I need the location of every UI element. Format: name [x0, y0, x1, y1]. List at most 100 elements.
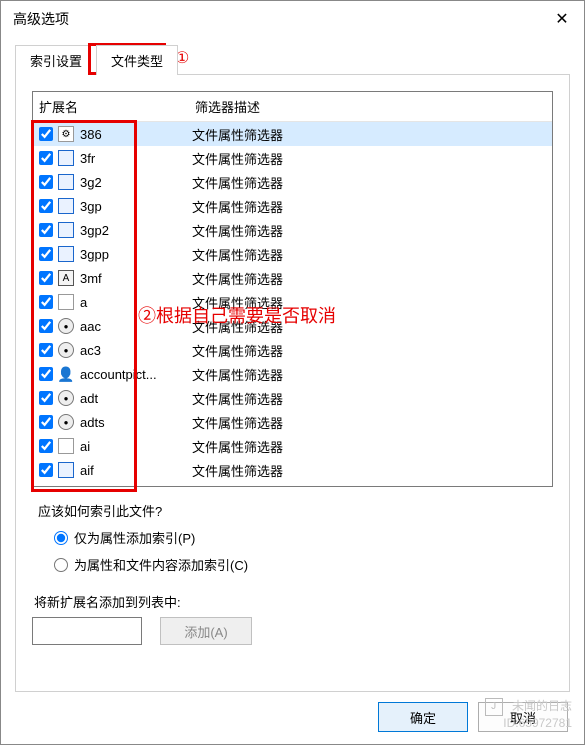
- row-checkbox[interactable]: [39, 175, 53, 189]
- row-desc: 文件属性筛选器: [190, 389, 552, 408]
- dialog-footer: 确定 取消: [378, 702, 568, 732]
- row-checkbox[interactable]: [39, 463, 53, 477]
- row-desc: 文件属性筛选器: [190, 173, 552, 192]
- row-ext: aif: [78, 463, 190, 478]
- row-desc: 文件属性筛选器: [190, 341, 552, 360]
- row-ext: ac3: [78, 343, 190, 358]
- table-row[interactable]: ● ac3文件属性筛选器: [33, 338, 552, 362]
- cancel-button[interactable]: 取消: [478, 702, 568, 732]
- column-header-ext[interactable]: 扩展名: [33, 92, 189, 121]
- row-checkbox[interactable]: [39, 343, 53, 357]
- table-row[interactable]: ● adt文件属性筛选器: [33, 386, 552, 410]
- row-ext: 386: [78, 127, 190, 142]
- table-row[interactable]: 3gp2文件属性筛选器: [33, 218, 552, 242]
- row-ext: ai: [78, 439, 190, 454]
- file-type-icon: ●: [58, 390, 74, 406]
- file-type-icon: 👤: [58, 366, 74, 382]
- row-checkbox[interactable]: [39, 151, 53, 165]
- tab-strip: 索引设置 文件类型: [15, 44, 584, 74]
- row-checkbox[interactable]: [39, 199, 53, 213]
- radio-properties-only[interactable]: 仅为属性添加索引(P): [54, 528, 553, 547]
- ok-button[interactable]: 确定: [378, 702, 468, 732]
- file-type-icon: [58, 438, 74, 454]
- row-desc: 文件属性筛选器: [190, 269, 552, 288]
- row-checkbox[interactable]: [39, 367, 53, 381]
- file-type-icon: [58, 174, 74, 190]
- row-ext: adts: [78, 415, 190, 430]
- index-question-label: 应该如何索引此文件?: [38, 501, 551, 520]
- list-body[interactable]: ⚙386文件属性筛选器3fr文件属性筛选器3g2文件属性筛选器3gp文件属性筛选…: [33, 122, 552, 487]
- row-desc: 文件属性筛选器: [190, 149, 552, 168]
- row-desc: 文件属性筛选器: [190, 221, 552, 240]
- row-desc: 文件属性筛选器: [190, 413, 552, 432]
- row-checkbox[interactable]: [39, 127, 53, 141]
- row-ext: 3gp2: [78, 223, 190, 238]
- row-checkbox[interactable]: [39, 295, 53, 309]
- row-desc: 文件属性筛选器: [190, 365, 552, 384]
- table-row[interactable]: 3gpp文件属性筛选器: [33, 242, 552, 266]
- row-ext: 3gp: [78, 199, 190, 214]
- table-row[interactable]: ⚙ 386文件属性筛选器: [33, 122, 552, 146]
- table-row[interactable]: 3fr文件属性筛选器: [33, 146, 552, 170]
- radio-group: 仅为属性添加索引(P) 为属性和文件内容添加索引(C): [54, 528, 553, 574]
- row-checkbox[interactable]: [39, 415, 53, 429]
- row-ext: 3g2: [78, 175, 190, 190]
- tab-index-settings[interactable]: 索引设置: [15, 45, 97, 75]
- file-type-icon: ●: [58, 342, 74, 358]
- main-panel: 扩展名 筛选器描述 ⚙386文件属性筛选器3fr文件属性筛选器3g2文件属性筛选…: [15, 74, 570, 692]
- row-desc: 文件属性筛选器: [190, 245, 552, 264]
- file-type-icon: [58, 150, 74, 166]
- row-checkbox[interactable]: [39, 223, 53, 237]
- radio-properties-and-content-input[interactable]: [54, 558, 68, 572]
- file-type-icon: [58, 294, 74, 310]
- column-header-desc[interactable]: 筛选器描述: [189, 92, 552, 121]
- titlebar: 高级选项 ✕: [1, 1, 584, 36]
- table-row[interactable]: 3g2文件属性筛选器: [33, 170, 552, 194]
- table-row[interactable]: A3mf文件属性筛选器: [33, 266, 552, 290]
- row-checkbox[interactable]: [39, 247, 53, 261]
- add-extension-input[interactable]: [32, 617, 142, 645]
- file-type-icon: [58, 246, 74, 262]
- file-type-icon: ⚙: [58, 126, 74, 142]
- file-type-icon: ●: [58, 318, 74, 334]
- row-ext: 3fr: [78, 151, 190, 166]
- row-ext: a: [78, 295, 190, 310]
- row-desc: 文件属性筛选器: [190, 197, 552, 216]
- row-desc: 文件属性筛选器: [190, 437, 552, 456]
- file-type-icon: ●: [58, 414, 74, 430]
- row-desc: 文件属性筛选器: [190, 461, 552, 480]
- table-row[interactable]: ● aac文件属性筛选器: [33, 314, 552, 338]
- table-row[interactable]: 👤accountpict...文件属性筛选器: [33, 362, 552, 386]
- row-checkbox[interactable]: [39, 319, 53, 333]
- file-type-list: 扩展名 筛选器描述 ⚙386文件属性筛选器3fr文件属性筛选器3g2文件属性筛选…: [32, 91, 553, 487]
- radio-properties-only-input[interactable]: [54, 531, 68, 545]
- close-icon[interactable]: ✕: [550, 9, 574, 29]
- table-row[interactable]: a文件属性筛选器: [33, 290, 552, 314]
- add-button: 添加(A): [160, 617, 252, 645]
- radio-properties-and-content-label: 为属性和文件内容添加索引(C): [74, 555, 248, 574]
- row-desc: 文件属性筛选器: [190, 317, 552, 336]
- table-row[interactable]: ● adts文件属性筛选器: [33, 410, 552, 434]
- row-ext: adt: [78, 391, 190, 406]
- tab-file-types[interactable]: 文件类型: [96, 45, 178, 75]
- row-ext: 3gpp: [78, 247, 190, 262]
- row-ext: aac: [78, 319, 190, 334]
- radio-properties-only-label: 仅为属性添加索引(P): [74, 528, 195, 547]
- row-checkbox[interactable]: [39, 391, 53, 405]
- row-checkbox[interactable]: [39, 439, 53, 453]
- row-checkbox[interactable]: [39, 271, 53, 285]
- add-extension-label: 将新扩展名添加到列表中:: [34, 592, 551, 611]
- list-header: 扩展名 筛选器描述: [33, 92, 552, 122]
- table-row[interactable]: ai文件属性筛选器: [33, 434, 552, 458]
- file-type-icon: [58, 222, 74, 238]
- file-type-icon: A: [58, 270, 74, 286]
- table-row[interactable]: aif文件属性筛选器: [33, 458, 552, 482]
- radio-properties-and-content[interactable]: 为属性和文件内容添加索引(C): [54, 555, 553, 574]
- table-row[interactable]: 3gp文件属性筛选器: [33, 194, 552, 218]
- row-desc: 文件属性筛选器: [190, 293, 552, 312]
- add-extension-row: 添加(A): [32, 617, 553, 645]
- row-desc: 文件属性筛选器: [190, 125, 552, 144]
- window-title: 高级选项: [13, 9, 69, 29]
- file-type-icon: [58, 198, 74, 214]
- file-type-icon: [58, 462, 74, 478]
